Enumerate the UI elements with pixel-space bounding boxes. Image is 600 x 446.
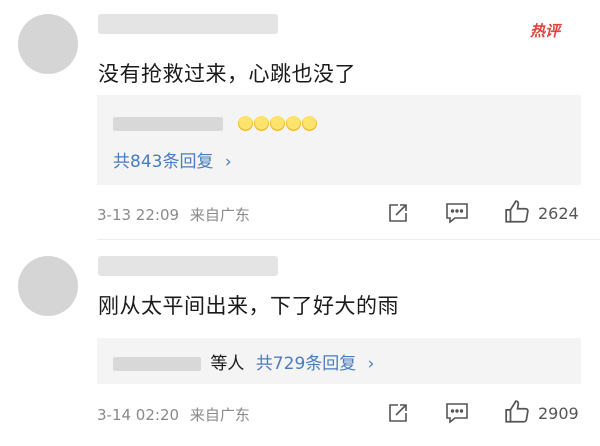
comment-location: 来自广东	[189, 206, 250, 224]
reply-preview[interactable]: 共843条回复 ›	[97, 95, 581, 185]
crying-face-emoji	[302, 116, 318, 131]
comment-text: 没有抢救过来，心跳也没了	[98, 62, 356, 86]
reply-suffix: 等人	[210, 354, 245, 374]
comment-location: 来自广东	[189, 406, 250, 424]
chevron-right-icon: ›	[224, 152, 232, 172]
reply-count: 共729条回复	[255, 354, 357, 374]
crying-face-emoji	[286, 116, 302, 131]
comment-text: 刚从太平间出来，下了好大的雨	[98, 294, 399, 318]
username[interactable]	[98, 256, 278, 276]
comment-meta: 3-13 22:09 来自广东	[97, 204, 250, 225]
like-count: 2909	[538, 404, 579, 423]
comment-card-1: 热评 没有抢救过来，心跳也没了 共843条回复 › 3-13 22:09 来自广…	[0, 0, 600, 230]
hot-comment-badge: 热评	[530, 22, 561, 40]
view-replies-link[interactable]: 等人 共729条回复 ›	[113, 349, 374, 374]
avatar[interactable]	[18, 14, 78, 74]
view-replies-link[interactable]: 共843条回复 ›	[113, 147, 232, 172]
thumbs-up-icon[interactable]	[504, 199, 530, 225]
username[interactable]	[98, 14, 278, 34]
comment-card-2: 刚从太平间出来，下了好大的雨 等人 共729条回复 › 3-14 02:20 来…	[0, 240, 600, 446]
thumbs-up-icon[interactable]	[504, 399, 530, 425]
crying-face-emoji	[270, 116, 286, 131]
share-icon[interactable]	[386, 201, 410, 225]
reply-preview[interactable]: 等人 共729条回复 ›	[97, 338, 581, 384]
comment-date: 3-14 02:20	[97, 406, 180, 424]
comment-date: 3-13 22:09	[97, 206, 180, 224]
reply-count: 共843条回复	[113, 152, 214, 172]
crying-face-emoji	[238, 116, 254, 131]
avatar[interactable]	[18, 256, 78, 316]
share-icon[interactable]	[386, 401, 410, 425]
redacted-username	[113, 116, 223, 131]
reply-preview-line	[113, 113, 318, 132]
comment-meta: 3-14 02:20 来自广东	[97, 404, 250, 425]
like-count: 2624	[538, 204, 579, 223]
chevron-right-icon: ›	[367, 354, 375, 374]
comment-icon[interactable]	[445, 402, 469, 424]
crying-face-emoji	[254, 116, 270, 131]
redacted-username	[113, 357, 201, 371]
comment-icon[interactable]	[445, 202, 469, 224]
